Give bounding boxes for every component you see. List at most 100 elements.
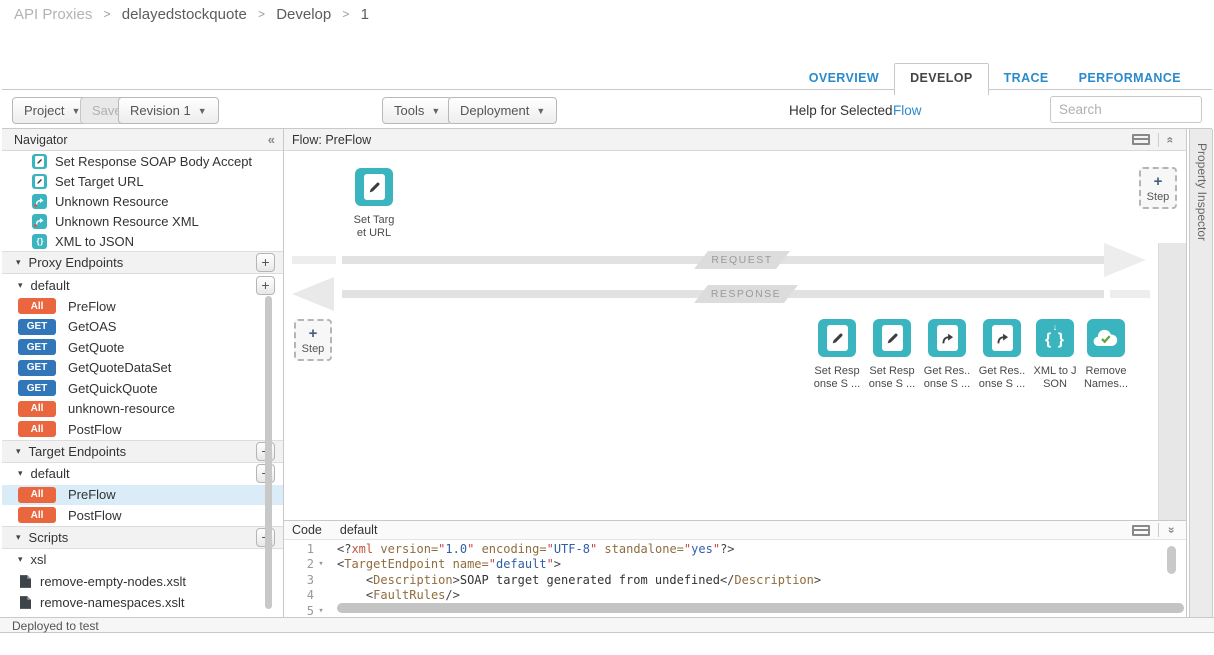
flow-item[interactable]: GETGetQuote bbox=[2, 337, 283, 358]
policy-node[interactable] bbox=[873, 319, 911, 357]
triangle-down-icon: ▾ bbox=[18, 554, 23, 565]
add-flow-button[interactable]: + bbox=[256, 276, 275, 295]
section-proxy-endpoints[interactable]: ▾ Proxy Endpoints + bbox=[2, 251, 283, 274]
property-inspector-strip[interactable]: Property Inspector bbox=[1189, 129, 1213, 617]
script-file-item[interactable]: remove-namespaces.xslt bbox=[2, 592, 283, 613]
policy-node[interactable]: { }↓ bbox=[1036, 319, 1074, 357]
tab-performance[interactable]: PERFORMANCE bbox=[1064, 64, 1196, 94]
breadcrumb-separator: > bbox=[104, 7, 111, 21]
add-step-button[interactable]: + Step bbox=[1139, 167, 1177, 209]
flow-item[interactable]: Allunknown-resource bbox=[2, 399, 283, 420]
policy-node[interactable] bbox=[1087, 319, 1125, 357]
tab-overview[interactable]: OVERVIEW bbox=[794, 64, 894, 94]
flow-name: GetOAS bbox=[68, 319, 116, 334]
flow-item[interactable]: AllPostFlow bbox=[2, 419, 283, 440]
method-badge: GET bbox=[18, 360, 56, 376]
flow-name: GetQuickQuote bbox=[68, 381, 158, 396]
code-horizontal-scrollbar[interactable] bbox=[337, 603, 1184, 613]
script-file-item[interactable]: remove-empty-nodes.xslt bbox=[2, 571, 283, 592]
breadcrumb-api-proxies[interactable]: API Proxies bbox=[14, 6, 92, 23]
breadcrumb: API Proxies > delayedstockquote > Develo… bbox=[14, 6, 369, 23]
pencil-icon bbox=[32, 154, 47, 169]
flow-canvas-scrollbar[interactable] bbox=[1158, 243, 1186, 520]
maximize-panel-icon[interactable] bbox=[1132, 525, 1150, 536]
code-line[interactable]: 1<?xml version="1.0" encoding="UTF-8" st… bbox=[284, 542, 1186, 557]
script-group-xsl[interactable]: ▾ xsl bbox=[2, 549, 283, 571]
policy-list: Set Response SOAP Body AcceptSet Target … bbox=[2, 151, 283, 251]
method-badge: GET bbox=[18, 339, 56, 355]
method-badge: All bbox=[18, 421, 56, 437]
file-name: remove-empty-nodes.xslt bbox=[40, 574, 186, 589]
search-input[interactable] bbox=[1050, 96, 1202, 123]
policy-node[interactable] bbox=[355, 168, 393, 206]
collapse-navigator-icon[interactable]: « bbox=[268, 132, 275, 147]
policy-node[interactable] bbox=[818, 319, 856, 357]
file-icon bbox=[20, 575, 31, 588]
fold-arrow-icon[interactable]: ▾ bbox=[314, 557, 328, 572]
policy-item[interactable]: Set Response SOAP Body Accept bbox=[2, 151, 283, 171]
code-panel-header: Code default « bbox=[284, 520, 1186, 540]
file-icon bbox=[20, 596, 31, 609]
flow-canvas[interactable]: REQUEST RESPONSE + Step + Step Set Targe… bbox=[284, 151, 1186, 520]
error-dot-icon bbox=[34, 224, 37, 227]
revision-menu-button[interactable]: Revision 1▼ bbox=[118, 97, 219, 124]
policy-node[interactable] bbox=[983, 319, 1021, 357]
policy-node[interactable] bbox=[928, 319, 966, 357]
fold-gutter bbox=[314, 588, 328, 603]
policy-item[interactable]: Unknown Resource bbox=[2, 191, 283, 211]
down-arrow-icon: ↓ bbox=[1036, 322, 1074, 332]
line-number: 2 bbox=[284, 557, 314, 572]
method-badge: All bbox=[18, 487, 56, 503]
add-proxy-endpoint-button[interactable]: + bbox=[256, 253, 275, 272]
section-target-endpoints[interactable]: ▾ Target Endpoints + bbox=[2, 440, 283, 463]
code-tab-default[interactable]: default bbox=[340, 523, 378, 537]
collapse-down-icon[interactable]: « bbox=[1164, 527, 1178, 534]
breadcrumb-revision[interactable]: 1 bbox=[361, 6, 369, 23]
pencil-icon bbox=[364, 174, 385, 200]
collapse-up-icon[interactable]: « bbox=[1164, 136, 1178, 143]
policy-item[interactable]: Set Target URL bbox=[2, 171, 283, 191]
breadcrumb-proxy-name[interactable]: delayedstockquote bbox=[122, 6, 247, 23]
add-step-button[interactable]: + Step bbox=[294, 319, 332, 361]
flow-item[interactable]: GETGetQuickQuote bbox=[2, 378, 283, 399]
fold-arrow-icon[interactable]: ▾ bbox=[314, 604, 328, 616]
policy-item[interactable]: { }XML to JSON bbox=[2, 231, 283, 251]
triangle-down-icon: ▾ bbox=[16, 532, 21, 543]
flow-item[interactable]: GETGetQuoteDataSet bbox=[2, 358, 283, 379]
flow-panel-header: Flow: PreFlow « bbox=[284, 129, 1186, 151]
cloud-check-icon bbox=[1091, 327, 1121, 349]
flow-item[interactable]: AllPreFlow bbox=[2, 296, 283, 317]
script-file-list: remove-empty-nodes.xslt remove-namespaces… bbox=[2, 571, 283, 613]
navigator-title: Navigator bbox=[14, 133, 68, 147]
tools-menu-button[interactable]: Tools▼ bbox=[382, 97, 452, 124]
flow-name: PostFlow bbox=[68, 508, 121, 523]
flow-item[interactable]: AllPostFlow bbox=[2, 505, 283, 526]
method-badge: All bbox=[18, 298, 56, 314]
deployment-menu-button[interactable]: Deployment▼ bbox=[448, 97, 557, 124]
target-endpoint-default[interactable]: ▾ default + bbox=[2, 463, 283, 485]
section-title: Proxy Endpoints bbox=[29, 255, 124, 270]
tab-develop[interactable]: DEVELOP bbox=[894, 63, 989, 95]
method-badge: All bbox=[18, 401, 56, 417]
code-vertical-scrollbar[interactable] bbox=[1167, 546, 1176, 574]
code-editor[interactable]: 1<?xml version="1.0" encoding="UTF-8" st… bbox=[284, 540, 1186, 616]
section-scripts[interactable]: ▾ Scripts + bbox=[2, 526, 283, 549]
policy-node-label: Set Target URL bbox=[341, 214, 407, 240]
navigator-scrollbar[interactable] bbox=[265, 296, 272, 609]
flow-item[interactable]: GETGetOAS bbox=[2, 317, 283, 338]
fold-gutter bbox=[314, 573, 328, 588]
breadcrumb-develop[interactable]: Develop bbox=[276, 6, 331, 23]
tab-trace[interactable]: TRACE bbox=[989, 64, 1064, 94]
help-flow-link[interactable]: Flow bbox=[893, 103, 922, 118]
maximize-panel-icon[interactable] bbox=[1132, 134, 1150, 145]
flow-item[interactable]: AllPreFlow bbox=[2, 485, 283, 506]
proxy-flow-list: AllPreFlowGETGetOASGETGetQuoteGETGetQuot… bbox=[2, 296, 283, 440]
proxy-endpoint-default[interactable]: ▾ default + bbox=[2, 274, 283, 296]
policy-item[interactable]: Unknown Resource XML bbox=[2, 211, 283, 231]
code-line[interactable]: 2▾ <TargetEndpoint name="default"> bbox=[284, 557, 1186, 572]
code-line[interactable]: 4 <FaultRules/> bbox=[284, 588, 1186, 603]
code-text: <TargetEndpoint name="default"> bbox=[337, 557, 561, 572]
code-line[interactable]: 3 <Description>SOAP target generated fro… bbox=[284, 573, 1186, 588]
resource-arrow-icon bbox=[32, 214, 47, 229]
policy-label: XML to JSON bbox=[55, 234, 134, 249]
